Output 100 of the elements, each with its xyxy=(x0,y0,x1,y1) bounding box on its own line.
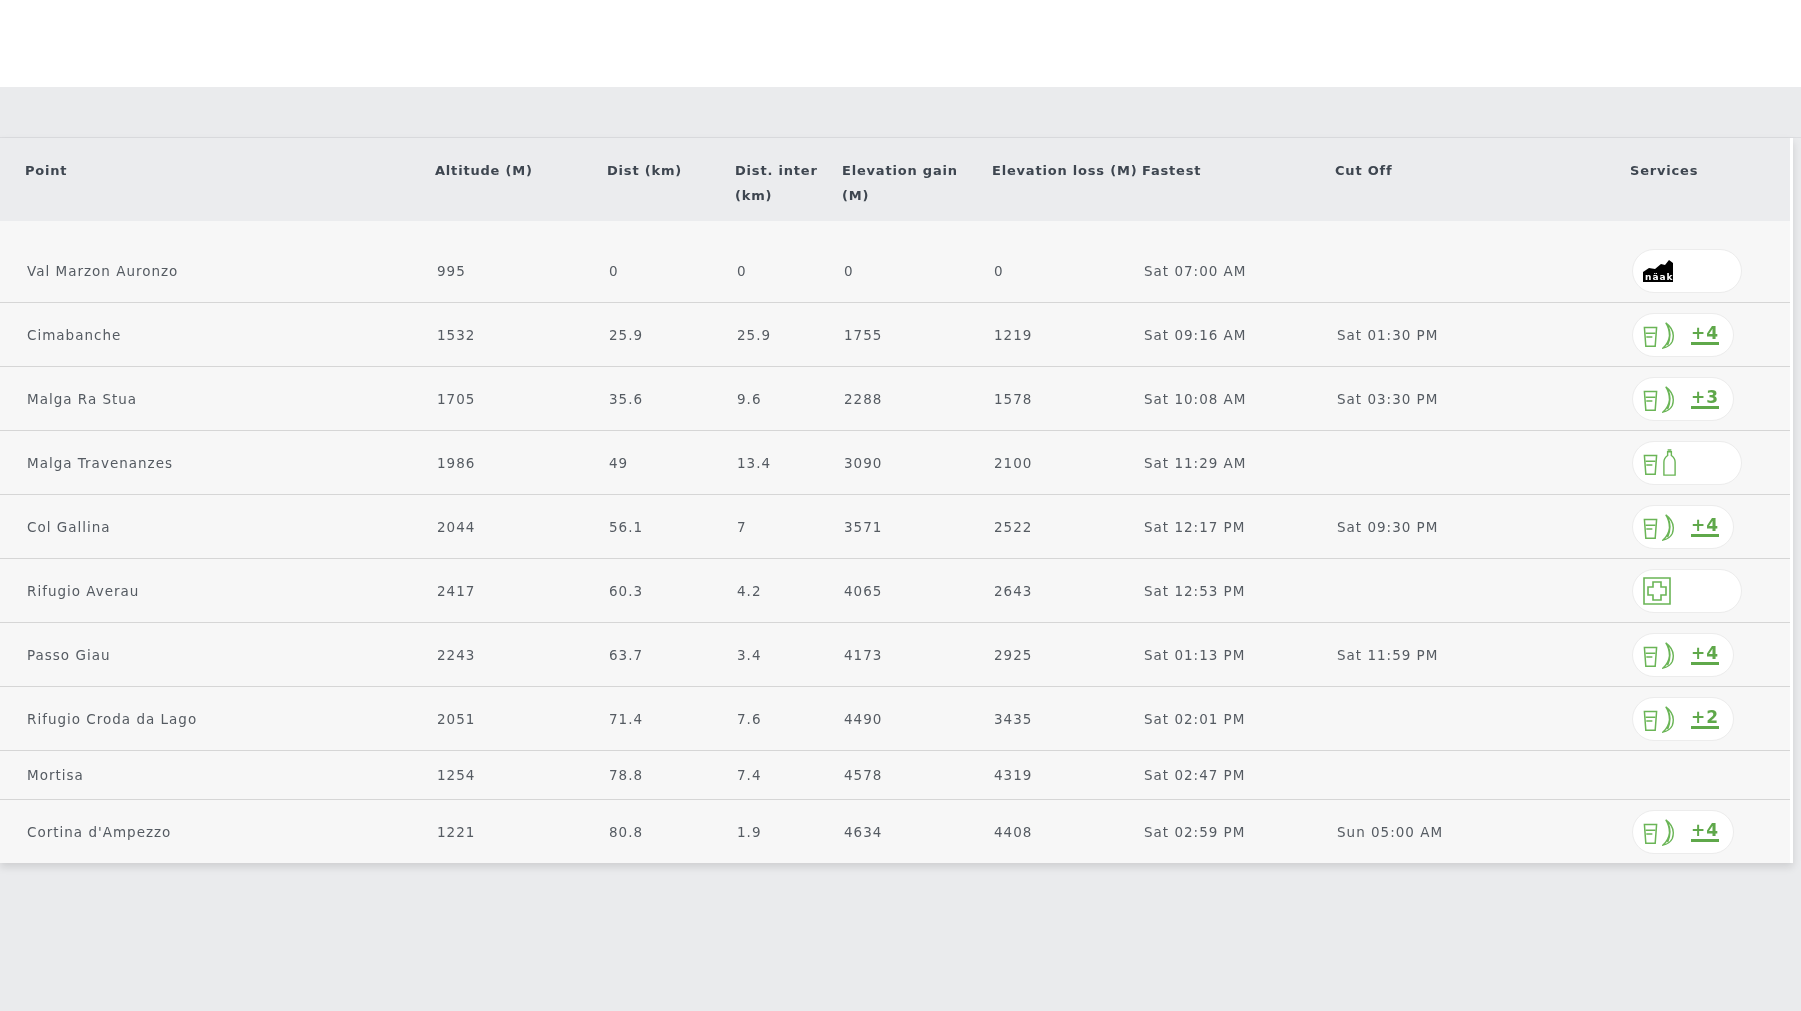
table-cell-text: 2288 xyxy=(843,390,884,407)
table-cell-text: Sat 01:13 PM xyxy=(1143,646,1247,663)
table-cell-text: 7.6 xyxy=(736,710,763,727)
table-cell-text: Sat 11:29 AM xyxy=(1143,454,1248,471)
table-cell-text: Mortisa xyxy=(26,767,85,783)
table-cell-text: Sat 09:16 AM xyxy=(1143,326,1248,343)
services-pill[interactable]: +4 xyxy=(1632,504,1735,549)
table-cell-text: 1254 xyxy=(436,767,477,783)
table-cell-text: 1221 xyxy=(436,823,477,840)
table-cell-text: 2243 xyxy=(436,646,477,663)
table-cell-text: 2643 xyxy=(993,582,1034,599)
table-cell-text: 1.9 xyxy=(736,823,763,840)
table-cell-text: Sat 12:53 PM xyxy=(1143,582,1247,599)
table-cell-text: Sat 02:59 PM xyxy=(1143,823,1247,840)
services-pill[interactable]: näak xyxy=(1632,248,1742,293)
services-pill[interactable] xyxy=(1632,440,1742,485)
table-cell-text: Malga Ra Stua xyxy=(26,390,139,407)
table-cell-text: 4319 xyxy=(993,767,1034,783)
first-aid-icon xyxy=(1643,576,1671,605)
more-services-link[interactable]: +2 xyxy=(1691,708,1720,729)
services-pill[interactable]: +4 xyxy=(1632,809,1735,854)
table-cell-text: 4578 xyxy=(843,767,884,783)
table-cell-text: 3435 xyxy=(993,710,1034,727)
column-header: Elevation loss (M) xyxy=(992,162,1139,180)
more-services-link[interactable]: +4 xyxy=(1691,324,1720,345)
banana-icon xyxy=(1662,512,1677,541)
column-header: Point xyxy=(25,162,69,180)
table-cell-text: 1532 xyxy=(436,326,477,343)
table-cell-text: 0 xyxy=(608,262,620,279)
table-cell-text: 60.3 xyxy=(608,582,645,599)
table-cell-text: Sat 07:00 AM xyxy=(1143,262,1248,279)
table-cell-text: 13.4 xyxy=(736,454,773,471)
column-header: Fastest xyxy=(1142,162,1203,180)
table-cell-text: 7 xyxy=(736,518,748,535)
table-cell-text: 4408 xyxy=(993,823,1034,840)
table-cell-text: Sat 09:30 PM xyxy=(1336,518,1440,535)
table-cell-text: 3571 xyxy=(843,518,884,535)
table-cell-text: 0 xyxy=(736,262,748,279)
table-cell-text: Passo Giau xyxy=(26,646,112,663)
more-services-link[interactable]: +4 xyxy=(1691,516,1720,537)
table-cell-text: Malga Travenanzes xyxy=(26,454,174,471)
banana-icon xyxy=(1662,704,1677,733)
services-pill[interactable]: +2 xyxy=(1632,696,1735,741)
table-cell-text: 9.6 xyxy=(736,390,763,407)
table-cell-text: Cortina d'Ampezzo xyxy=(26,823,173,840)
table-cell-text: Rifugio Averau xyxy=(26,582,141,599)
table-cell-text: Sat 02:01 PM xyxy=(1143,710,1247,727)
column-header: Dist. inter (km) xyxy=(735,162,819,205)
table-cell-text: 56.1 xyxy=(608,518,645,535)
table-cell-text: 2522 xyxy=(993,518,1034,535)
table-cell-text: Cimabanche xyxy=(26,326,123,343)
table-cell-text: Sat 10:08 AM xyxy=(1143,390,1248,407)
table-cell-text: 1219 xyxy=(993,326,1034,343)
table-cell-text: 2925 xyxy=(993,646,1034,663)
table-cell-text: Sat 01:30 PM xyxy=(1336,326,1440,343)
table-cell-text: Sat 03:30 PM xyxy=(1336,390,1440,407)
banana-icon xyxy=(1662,817,1677,846)
table-cell-text: 4.2 xyxy=(736,582,763,599)
table-cell-text: 1755 xyxy=(843,326,884,343)
table-cell-text: Rifugio Croda da Lago xyxy=(26,710,199,727)
table-cell-text: Sat 12:17 PM xyxy=(1143,518,1247,535)
table-cell-text: Col Gallina xyxy=(26,518,112,535)
banana-icon xyxy=(1662,320,1677,349)
services-pill[interactable]: +3 xyxy=(1632,376,1735,421)
bottle-icon xyxy=(1662,448,1677,477)
table-cell-text: 4173 xyxy=(843,646,884,663)
table-cell-text: Sat 11:59 PM xyxy=(1336,646,1440,663)
table-cell-text: 2100 xyxy=(993,454,1034,471)
table-cell-text: 25.9 xyxy=(736,326,773,343)
table-cell-text: 1578 xyxy=(993,390,1034,407)
banana-icon xyxy=(1662,640,1677,669)
services-pill[interactable]: +4 xyxy=(1632,632,1735,677)
banana-icon xyxy=(1662,384,1677,413)
services-pill[interactable] xyxy=(1632,568,1742,613)
table-cell-text: 71.4 xyxy=(608,710,645,727)
table-cell-text: 2051 xyxy=(436,710,477,727)
table-cell-text: Sat 02:47 PM xyxy=(1143,767,1247,783)
table-cell-text: Sun 05:00 AM xyxy=(1336,823,1445,840)
table-cell-text: Val Marzon Auronzo xyxy=(26,262,180,279)
table-cell-text: 4490 xyxy=(843,710,884,727)
column-header: Altitude (M) xyxy=(435,162,534,180)
more-services-link[interactable]: +4 xyxy=(1691,821,1720,842)
column-header: Services xyxy=(1630,162,1700,180)
table-cell-text: 4634 xyxy=(843,823,884,840)
services-pill[interactable]: +4 xyxy=(1632,312,1735,357)
table-cell-text: 4065 xyxy=(843,582,884,599)
table-cell-text: 2044 xyxy=(436,518,477,535)
more-services-link[interactable]: +4 xyxy=(1691,644,1720,665)
brand-logo: näak xyxy=(1643,259,1673,282)
more-services-link[interactable]: +3 xyxy=(1691,388,1720,409)
table-cell-text: 2417 xyxy=(436,582,477,599)
column-header: Elevation gain (M) xyxy=(842,162,959,205)
table-cell-text: 35.6 xyxy=(608,390,645,407)
table-cell-text: 3090 xyxy=(843,454,884,471)
table-cell-text: 7.4 xyxy=(736,767,763,783)
table-cell-text: 78.8 xyxy=(608,767,645,783)
table-cell-text: 49 xyxy=(608,454,630,471)
column-header: Dist (km) xyxy=(607,162,683,180)
table-cell-text: 80.8 xyxy=(608,823,645,840)
table-cell-text: 1986 xyxy=(436,454,477,471)
